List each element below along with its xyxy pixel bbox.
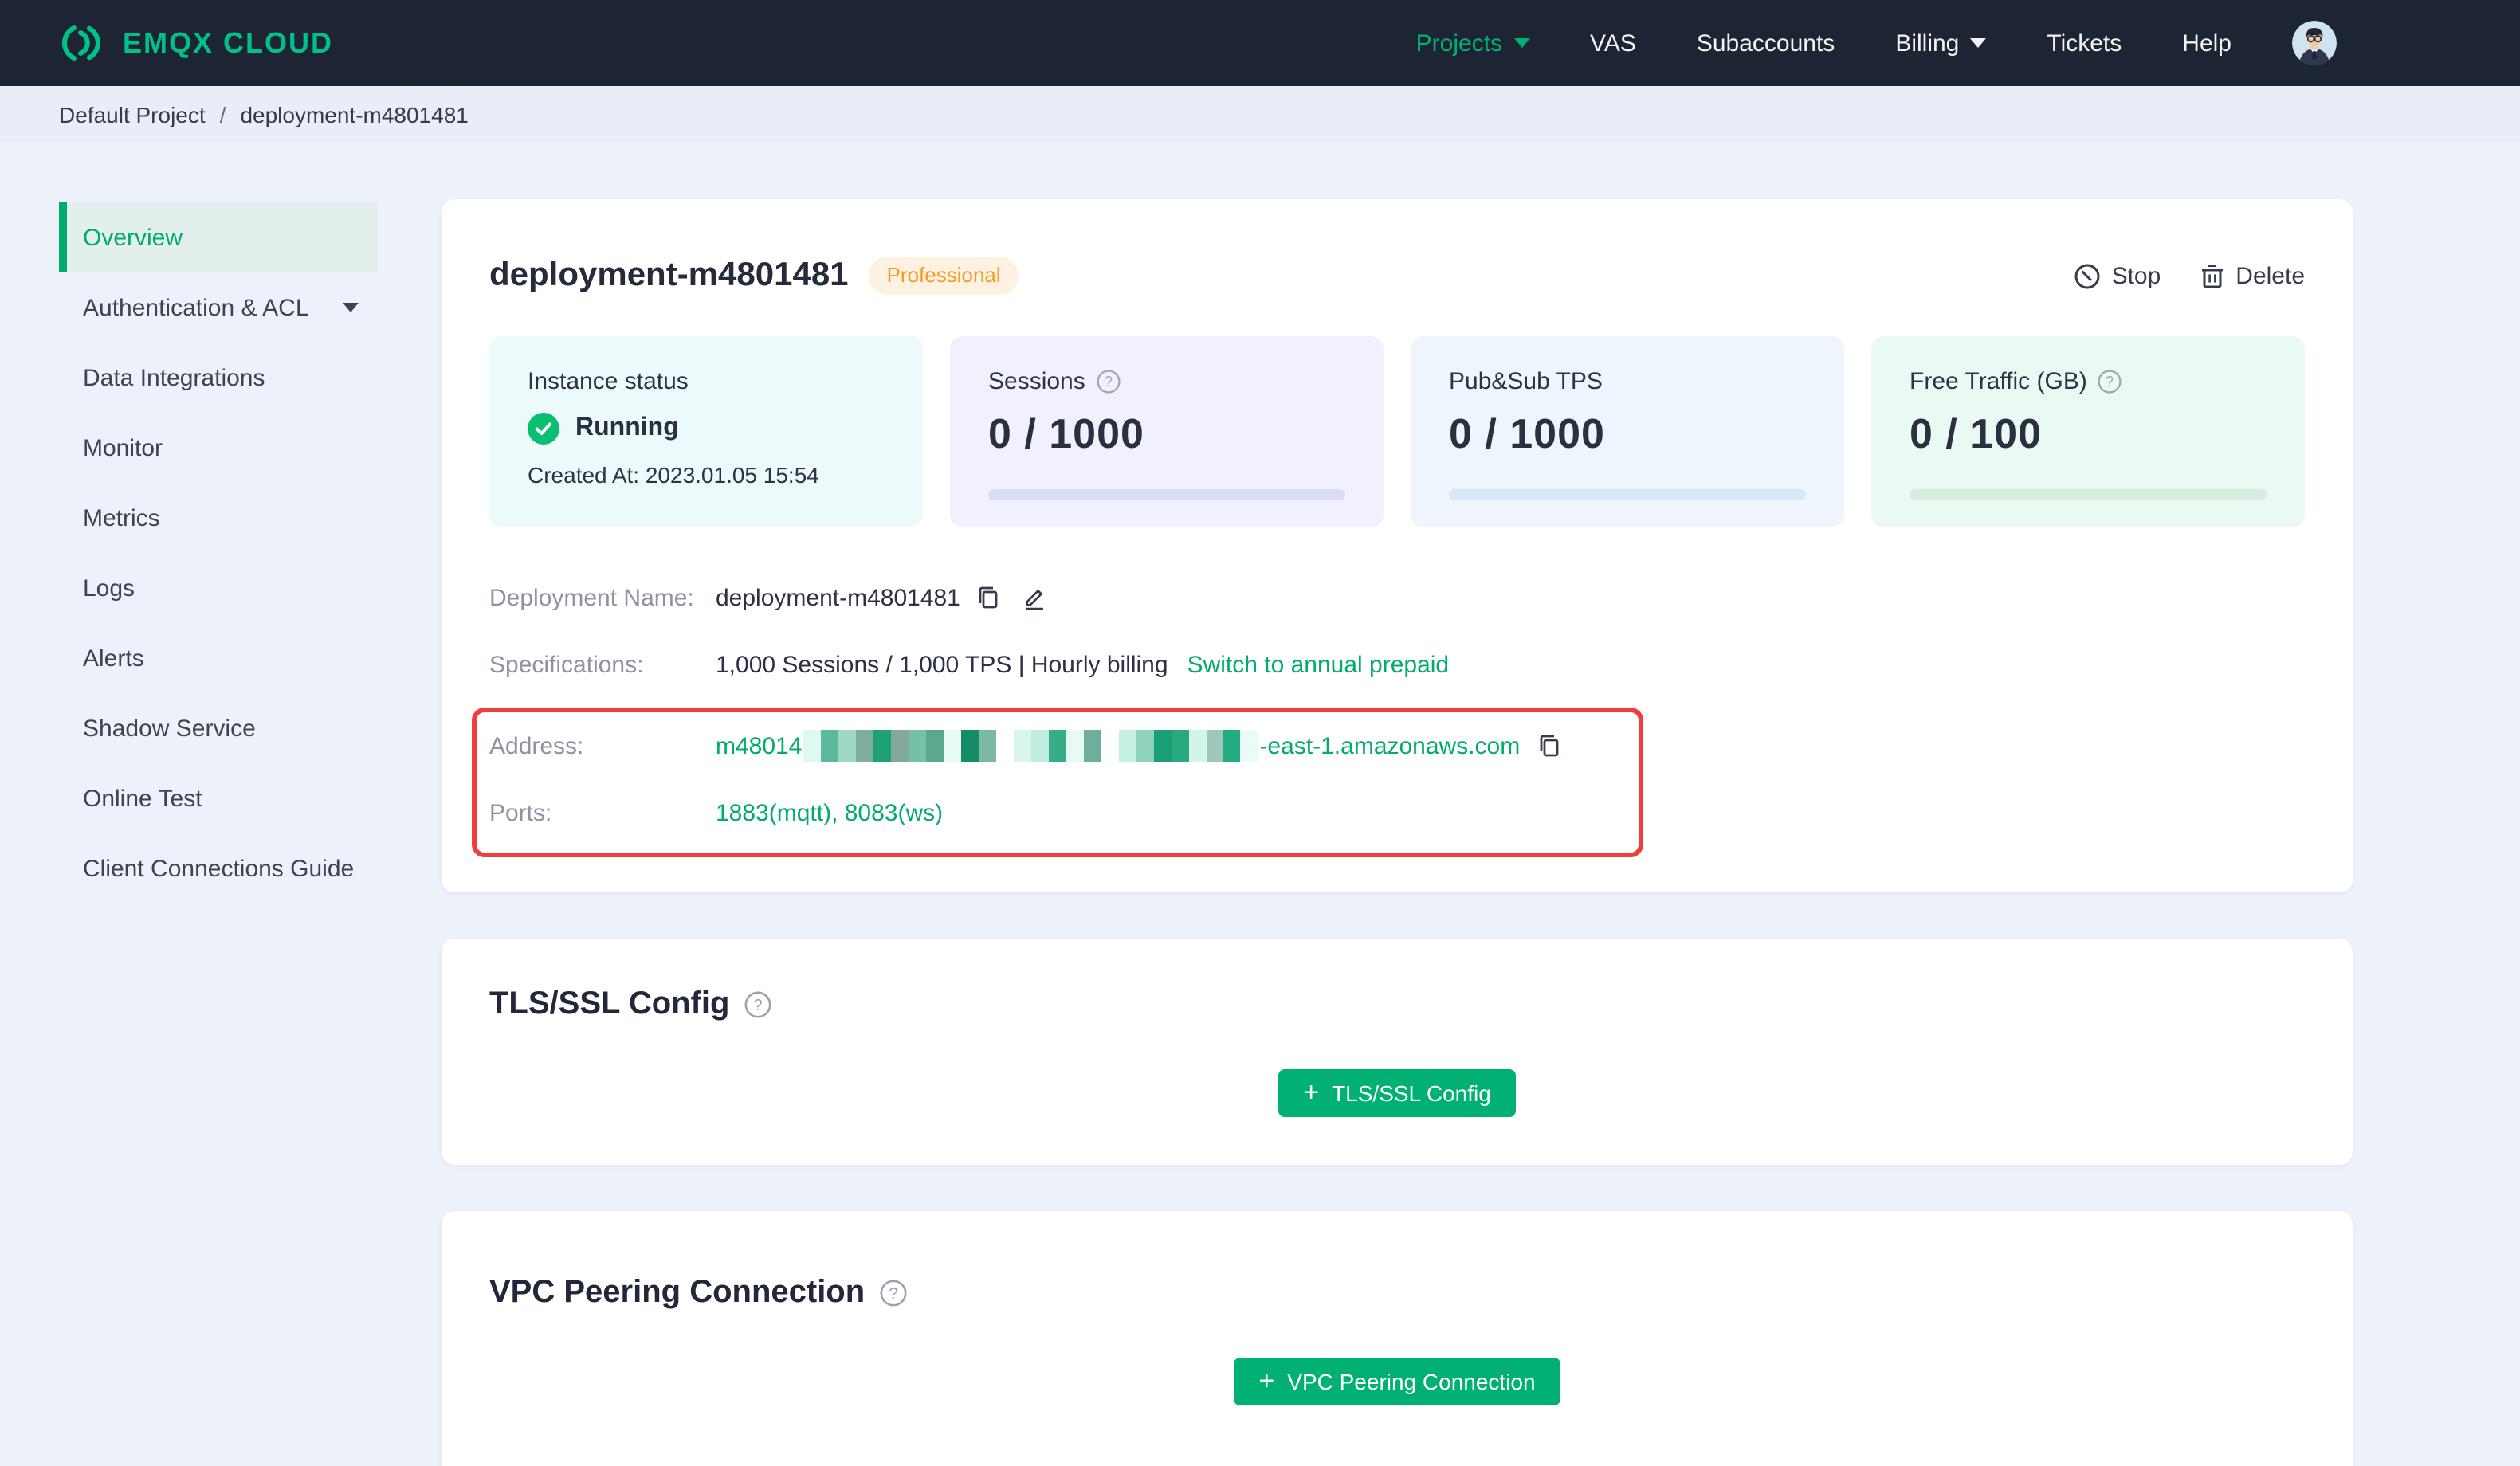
address-redaction [803,730,1258,762]
tls-section-title: TLS/SSL Config [489,986,730,1021]
nav-item-help[interactable]: Help [2182,29,2231,57]
svg-text:?: ? [1105,374,1113,390]
deployment-overview-card: deployment-m4801481 Professional Stop De… [442,199,2353,892]
copy-address-button[interactable] [1536,733,1561,758]
vpc-section-title: VPC Peering Connection [489,1275,866,1310]
annotation-highlight-box: Address: m48014 -east-1.amazonaws.com Po… [472,708,1643,857]
breadcrumb-project[interactable]: Default Project [59,102,206,127]
sidebar-item-shadow-service[interactable]: Shadow Service [59,693,378,763]
ports-row: Ports: 1883(mqtt), 8083(ws) [489,799,944,826]
svg-text:?: ? [753,997,762,1014]
status-badge: Running [575,414,679,441]
delete-button[interactable]: Delete [2199,262,2305,289]
sidebar-item-client-connections-guide[interactable]: Client Connections Guide [59,833,378,904]
trash-icon [2199,262,2224,289]
sidebar-item-overview[interactable]: Overview [59,202,378,272]
address-prefix: m48014 [716,732,803,759]
brand-name: EMQX CLOUD [123,26,334,58]
sidebar-item-logs[interactable]: Logs [59,553,378,623]
sidebar-item-metrics[interactable]: Metrics [59,483,378,553]
add-tls-ssl-config-button[interactable]: + TLS/SSL Config [1278,1069,1517,1117]
help-icon[interactable]: ? [1097,370,1121,394]
main-content: deployment-m4801481 Professional Stop De… [442,199,2353,1466]
help-icon[interactable]: ? [879,1280,906,1307]
chevron-down-icon [1513,38,1530,48]
stat-instance-status: Instance status Running Created At: 2023… [489,336,923,527]
brand[interactable]: EMQX CLOUD [57,19,333,67]
top-nav: EMQX CLOUD Projects VAS Subaccounts Bill… [0,0,2520,86]
tls-ssl-card: TLS/SSL Config ? + TLS/SSL Config [442,939,2353,1165]
ports-value: 1883(mqtt), 8083(ws) [716,799,944,826]
stat-sessions: Sessions ? 0 / 1000 [950,336,1384,527]
switch-annual-prepaid-link[interactable]: Switch to annual prepaid [1187,651,1450,678]
breadcrumb-current: deployment-m4801481 [240,102,469,127]
breadcrumb-separator: / [219,102,226,127]
pubsub-progress-bar [1449,489,1806,500]
check-circle-icon [528,413,559,445]
page: EMQX CLOUD Projects VAS Subaccounts Bill… [0,0,2520,1466]
breadcrumb: Default Project / deployment-m4801481 [0,86,2520,143]
add-vpc-peering-button[interactable]: + VPC Peering Connection [1233,1358,1561,1405]
address-row: Address: m48014 -east-1.amazonaws.com [489,722,1623,770]
sidebar: Overview Authentication & ACL Data Integ… [59,202,378,904]
sidebar-item-authentication-acl[interactable]: Authentication & ACL [59,272,378,343]
traffic-progress-bar [1910,489,2267,500]
copy-deployment-name-button[interactable] [976,585,1002,610]
nav-item-billing[interactable]: Billing [1895,29,1987,57]
stat-free-traffic: Free Traffic (GB) ? 0 / 100 [1871,336,2305,527]
nav-item-tickets[interactable]: Tickets [2047,29,2122,57]
stat-pubsub-tps: Pub&Sub TPS 0 / 1000 [1411,336,1844,527]
created-at: Created At: 2023.01.05 15:54 [528,462,819,488]
nav-item-subaccounts[interactable]: Subaccounts [1697,29,1835,57]
page-title: deployment-m4801481 [489,257,849,293]
stop-icon [2074,262,2101,289]
svg-text:?: ? [889,1285,897,1303]
sidebar-item-monitor[interactable]: Monitor [59,413,378,483]
chevron-down-icon [1970,38,1987,48]
plus-icon: + [1303,1076,1320,1107]
help-icon[interactable]: ? [744,991,771,1018]
stats-row: Instance status Running Created At: 2023… [489,336,2305,527]
sidebar-item-data-integrations[interactable]: Data Integrations [59,343,378,413]
emqx-logo-icon [57,19,105,67]
stop-button[interactable]: Stop [2074,262,2161,289]
specifications-value: 1,000 Sessions / 1,000 TPS | Hourly bill… [716,651,1168,678]
nav-item-vas[interactable]: VAS [1590,29,1636,57]
vpc-peering-card: VPC Peering Connection ? + VPC Peering C… [442,1211,2353,1466]
plus-icon: + [1258,1365,1275,1395]
deployment-name-value: deployment-m4801481 [716,584,960,611]
user-avatar[interactable] [2292,21,2337,65]
svg-text:?: ? [2106,374,2114,390]
edit-deployment-name-button[interactable] [1023,585,1048,610]
address-suffix: -east-1.amazonaws.com [1259,732,1521,759]
nav-item-projects[interactable]: Projects [1416,29,1530,57]
plan-badge: Professional [869,257,1019,295]
sidebar-item-online-test[interactable]: Online Test [59,763,378,833]
sessions-progress-bar [988,489,1345,500]
help-icon[interactable]: ? [2098,370,2122,394]
nav-items: Projects VAS Subaccounts Billing Tickets… [1416,21,2337,65]
chevron-down-icon [343,303,359,312]
deployment-name-row: Deployment Name: deployment-m4801481 [489,574,2305,621]
deployment-details: Deployment Name: deployment-m4801481 Spe… [472,574,2305,857]
specifications-row: Specifications: 1,000 Sessions / 1,000 T… [489,651,1450,678]
sidebar-item-alerts[interactable]: Alerts [59,623,378,693]
